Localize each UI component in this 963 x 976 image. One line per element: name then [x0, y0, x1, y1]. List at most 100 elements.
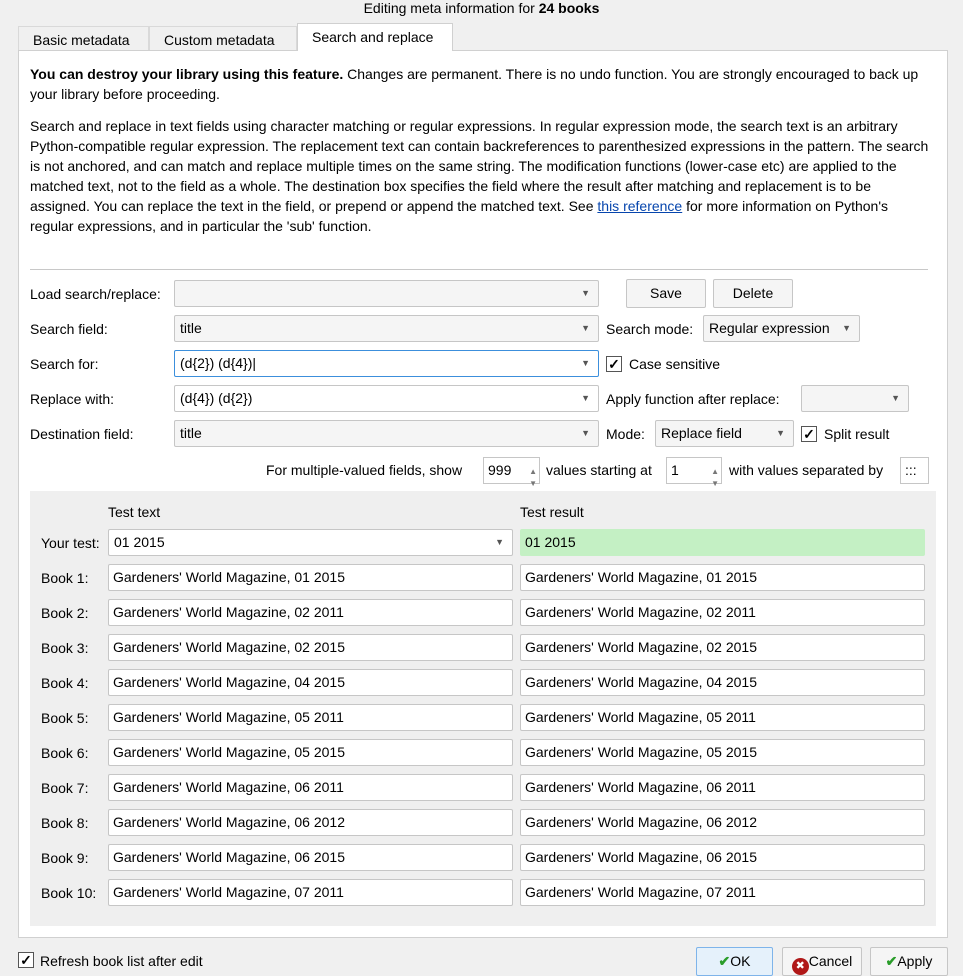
warning-bold: You can destroy your library using this … — [30, 66, 344, 82]
mode-value: Replace field — [661, 425, 742, 441]
search-for-label: Search for: — [30, 356, 99, 372]
book-label: Book 6: — [41, 745, 89, 761]
search-mode-value: Regular expression — [709, 320, 830, 336]
destination-field-value: title — [180, 425, 202, 441]
book-test-text[interactable]: Gardeners' World Magazine, 06 2015 — [108, 844, 513, 871]
apply-function-combo[interactable]: ▼ — [801, 385, 909, 412]
destination-field-combo[interactable]: title ▼ — [174, 420, 599, 447]
book-test-result: Gardeners' World Magazine, 02 2015 — [520, 634, 925, 661]
your-test-value: 01 2015 — [114, 534, 165, 550]
dropdown-arrow-icon: ▼ — [581, 288, 590, 298]
title-book-count: 24 books — [538, 0, 600, 16]
split-result-checkbox[interactable]: ✓ — [801, 426, 817, 442]
search-field-value: title — [180, 320, 202, 336]
test-result-header: Test result — [520, 504, 584, 520]
book-test-text[interactable]: Gardeners' World Magazine, 06 2011 — [108, 774, 513, 801]
your-test-result: 01 2015 — [520, 529, 925, 556]
replace-with-input[interactable]: (d{4}) (d{2}) ▼ — [174, 385, 599, 412]
search-for-value: (d{2}) (d{4}) — [180, 355, 253, 371]
book-label: Book 9: — [41, 850, 89, 866]
book-test-text[interactable]: Gardeners' World Magazine, 01 2015 — [108, 564, 513, 591]
book-test-result: Gardeners' World Magazine, 06 2015 — [520, 844, 925, 871]
ok-button[interactable]: ✔OK — [696, 947, 773, 976]
test-text-header: Test text — [108, 504, 161, 520]
multi-show-label: For multiple-valued fields, show — [266, 462, 463, 478]
apply-function-label: Apply function after replace: — [606, 391, 780, 407]
book-label: Book 3: — [41, 640, 89, 656]
book-test-text[interactable]: Gardeners' World Magazine, 04 2015 — [108, 669, 513, 696]
replace-with-value: (d{4}) (d{2}) — [180, 390, 253, 406]
multi-show-spinbox[interactable]: 999 ▲ ▼ — [483, 457, 540, 488]
tab-basic-metadata[interactable]: Basic metadata — [18, 26, 149, 51]
book-test-result: Gardeners' World Magazine, 06 2011 — [520, 774, 925, 801]
your-test-input[interactable]: 01 2015 ▼ — [108, 529, 513, 556]
ok-label: OK — [730, 953, 751, 969]
starting-value: 1 — [671, 462, 679, 478]
book-test-result: Gardeners' World Magazine, 02 2011 — [520, 599, 925, 626]
dropdown-arrow-icon: ▼ — [581, 428, 590, 438]
book-test-text[interactable]: Gardeners' World Magazine, 06 2012 — [108, 809, 513, 836]
cancel-icon: ✖ — [791, 958, 809, 975]
check-icon: ✔ — [885, 953, 898, 969]
dropdown-arrow-icon: ▼ — [891, 393, 900, 403]
book-test-result: Gardeners' World Magazine, 06 2012 — [520, 809, 925, 836]
refresh-label: Refresh book list after edit — [40, 953, 203, 969]
your-test-label: Your test: — [41, 535, 100, 551]
search-field-combo[interactable]: title ▼ — [174, 315, 599, 342]
search-field-label: Search field: — [30, 321, 108, 337]
search-mode-label: Search mode: — [606, 321, 694, 337]
mode-combo[interactable]: Replace field ▼ — [655, 420, 794, 447]
delete-button[interactable]: Delete — [713, 279, 793, 308]
cancel-button[interactable]: ✖ Cancel — [782, 947, 862, 976]
dropdown-arrow-icon: ▼ — [581, 393, 590, 403]
book-label: Book 10: — [41, 885, 97, 901]
starting-label: values starting at — [546, 462, 652, 478]
separator-value: ::: — [905, 462, 917, 478]
load-search-replace-combo[interactable]: ▼ — [174, 280, 599, 307]
book-label: Book 7: — [41, 780, 89, 796]
dropdown-arrow-icon: ▼ — [495, 537, 504, 547]
book-test-text[interactable]: Gardeners' World Magazine, 05 2011 — [108, 704, 513, 731]
book-test-result: Gardeners' World Magazine, 05 2015 — [520, 739, 925, 766]
dropdown-arrow-icon: ▼ — [776, 428, 785, 438]
book-label: Book 4: — [41, 675, 89, 691]
book-test-text[interactable]: Gardeners' World Magazine, 02 2015 — [108, 634, 513, 661]
book-test-text[interactable]: Gardeners' World Magazine, 02 2011 — [108, 599, 513, 626]
apply-label: Apply — [897, 953, 933, 969]
replace-with-label: Replace with: — [30, 391, 115, 407]
case-sensitive-checkbox[interactable]: ✓ — [606, 356, 622, 372]
book-label: Book 5: — [41, 710, 89, 726]
dropdown-arrow-icon: ▼ — [581, 358, 590, 368]
search-mode-combo[interactable]: Regular expression ▼ — [703, 315, 860, 342]
dropdown-arrow-icon: ▼ — [842, 323, 851, 333]
reference-link[interactable]: this reference — [597, 198, 682, 214]
split-result-label: Split result — [824, 426, 890, 442]
separator — [30, 269, 928, 270]
search-for-input[interactable]: (d{2}) (d{4})| ▼ — [174, 350, 599, 377]
description-text: Search and replace in text fields using … — [30, 116, 930, 236]
case-sensitive-label: Case sensitive — [629, 356, 721, 372]
starting-spinbox[interactable]: 1 ▲ ▼ — [666, 457, 722, 488]
book-test-result: Gardeners' World Magazine, 05 2011 — [520, 704, 925, 731]
book-test-text[interactable]: Gardeners' World Magazine, 05 2015 — [108, 739, 513, 766]
book-test-text[interactable]: Gardeners' World Magazine, 07 2011 — [108, 879, 513, 906]
book-label: Book 2: — [41, 605, 89, 621]
dropdown-arrow-icon: ▼ — [581, 323, 590, 333]
tab-custom-metadata[interactable]: Custom metadata — [149, 26, 297, 51]
warning-text: You can destroy your library using this … — [30, 64, 930, 104]
refresh-checkbox[interactable]: ✓ — [18, 952, 34, 968]
cancel-label: Cancel — [808, 953, 853, 969]
destination-field-label: Destination field: — [30, 426, 134, 442]
book-test-result: Gardeners' World Magazine, 07 2011 — [520, 879, 925, 906]
title-prefix: Editing meta information for — [363, 0, 539, 16]
separator-input[interactable]: ::: — [900, 457, 929, 484]
tab-search-and-replace[interactable]: Search and replace — [297, 23, 453, 51]
save-button[interactable]: Save — [626, 279, 706, 308]
window-title: Editing meta information for 24 books — [0, 0, 963, 16]
multi-show-value: 999 — [488, 462, 512, 478]
load-label: Load search/replace: — [30, 286, 161, 302]
apply-button[interactable]: ✔Apply — [870, 947, 948, 976]
mode-label: Mode: — [606, 426, 645, 442]
book-test-result: Gardeners' World Magazine, 01 2015 — [520, 564, 925, 591]
book-test-result: Gardeners' World Magazine, 04 2015 — [520, 669, 925, 696]
